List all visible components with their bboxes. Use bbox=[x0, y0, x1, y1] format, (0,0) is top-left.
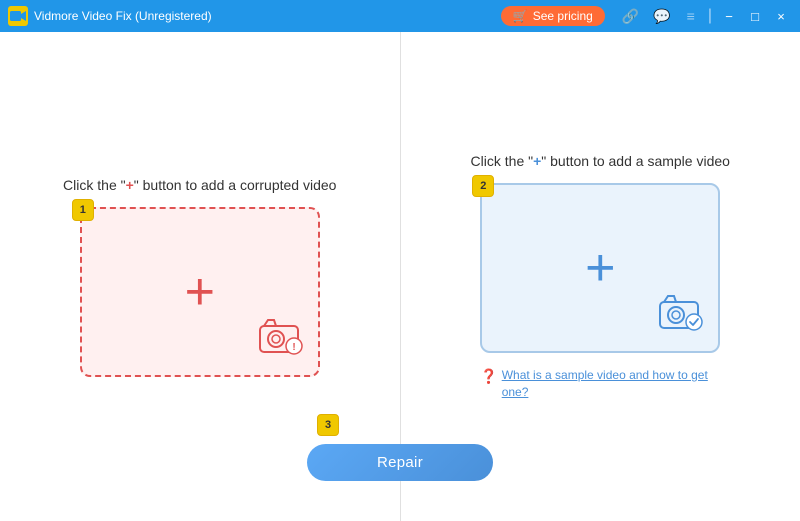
minimize-button[interactable]: − bbox=[718, 5, 740, 27]
svg-text:!: ! bbox=[292, 342, 295, 353]
sample-video-dropzone[interactable]: 2 + bbox=[480, 183, 720, 353]
add-corrupted-plus-icon: + bbox=[185, 266, 215, 318]
badge-1: 1 bbox=[72, 199, 94, 221]
menu-icon[interactable]: ≡ bbox=[682, 6, 700, 26]
help-circle-icon: ❓ bbox=[480, 368, 497, 385]
separator: | bbox=[708, 7, 712, 25]
right-plus-highlight: + bbox=[533, 153, 541, 169]
corrupted-video-dropzone[interactable]: 1 + ! bbox=[80, 207, 320, 377]
maximize-button[interactable]: □ bbox=[744, 5, 766, 27]
chat-icon[interactable]: 💬 bbox=[648, 6, 675, 27]
pricing-label: See pricing bbox=[533, 9, 593, 23]
app-title: Vidmore Video Fix (Unregistered) bbox=[34, 9, 501, 23]
see-pricing-button[interactable]: 🛒 See pricing bbox=[501, 6, 605, 26]
help-link-text[interactable]: What is a sample video and how to get on… bbox=[502, 367, 721, 401]
left-plus-highlight: + bbox=[126, 177, 134, 193]
right-panel-title: Click the "+" button to add a sample vid… bbox=[471, 153, 730, 169]
left-panel-title: Click the "+" button to add a corrupted … bbox=[63, 177, 336, 193]
sample-camera-icon bbox=[654, 292, 706, 339]
corrupted-camera-icon: ! bbox=[254, 316, 306, 363]
repair-button[interactable]: Repair bbox=[307, 444, 493, 481]
titlebar-controls: 🔗 💬 ≡ | − □ × bbox=[617, 5, 792, 27]
badge-2: 2 bbox=[472, 175, 494, 197]
titlebar: Vidmore Video Fix (Unregistered) 🛒 See p… bbox=[0, 0, 800, 32]
close-button[interactable]: × bbox=[770, 5, 792, 27]
help-link[interactable]: ❓ What is a sample video and how to get … bbox=[480, 367, 720, 401]
cart-icon: 🛒 bbox=[513, 9, 528, 23]
badge-3: 3 bbox=[317, 414, 339, 436]
main-content: Click the "+" button to add a corrupted … bbox=[0, 32, 800, 521]
repair-area: 3 Repair bbox=[307, 414, 493, 481]
add-sample-plus-icon: + bbox=[585, 242, 615, 294]
link-icon[interactable]: 🔗 bbox=[617, 6, 644, 27]
app-logo bbox=[8, 6, 28, 26]
